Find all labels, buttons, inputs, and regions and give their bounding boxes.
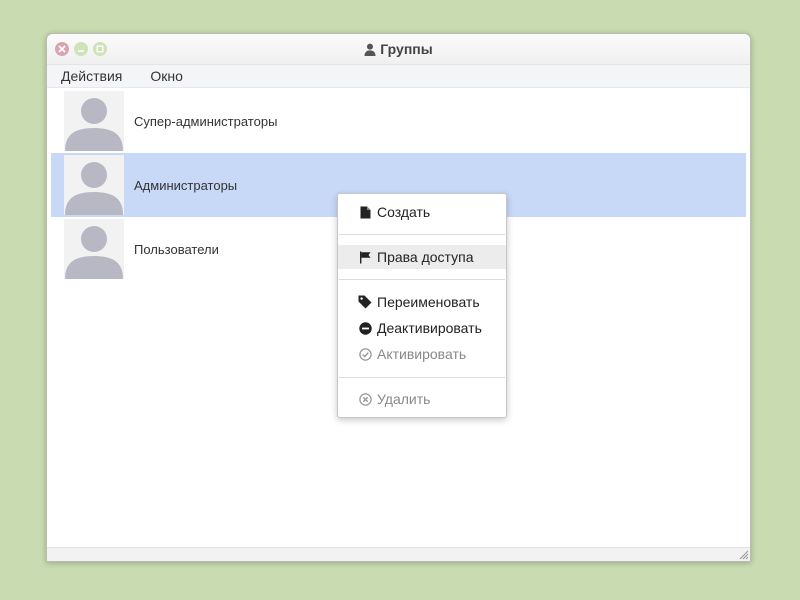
- resize-grip-icon[interactable]: [738, 549, 749, 560]
- menu-bar: Действия Окно: [47, 65, 750, 88]
- menu-separator: [339, 377, 505, 378]
- file-icon: [360, 206, 370, 218]
- menu-item-create[interactable]: Создать: [338, 200, 506, 224]
- list-item-label: Супер-администраторы: [134, 113, 278, 129]
- avatar: [64, 91, 124, 151]
- window-title-text: Группы: [380, 41, 433, 57]
- window-title: Группы: [47, 41, 750, 57]
- flag-icon: [359, 251, 370, 263]
- menu-item-label: Активировать: [377, 346, 467, 362]
- menu-item-label: Переименовать: [377, 294, 480, 310]
- avatar: [64, 155, 124, 215]
- menu-separator: [339, 234, 505, 235]
- menu-item-deactivate[interactable]: Деактивировать: [338, 316, 506, 340]
- menu-item-permissions[interactable]: Права доступа: [338, 245, 506, 269]
- menu-item-label: Права доступа: [377, 249, 474, 265]
- user-silhouette-icon: [65, 162, 123, 215]
- user-silhouette-icon: [65, 98, 123, 151]
- menu-item-activate[interactable]: Активировать: [338, 342, 506, 366]
- list-item[interactable]: Супер-администраторы: [51, 89, 746, 153]
- menu-actions[interactable]: Действия: [47, 65, 136, 88]
- list-item-label: Пользователи: [134, 241, 219, 257]
- avatar: [64, 219, 124, 279]
- status-bar: [47, 547, 750, 561]
- context-menu: Создать Права доступа Переименовать Деак…: [337, 193, 507, 418]
- menu-separator: [339, 279, 505, 280]
- title-bar[interactable]: Группы: [47, 34, 750, 65]
- check-circle-icon: [358, 347, 372, 361]
- tag-icon: [358, 295, 372, 309]
- menu-item-label: Удалить: [377, 391, 431, 407]
- menu-item-delete[interactable]: Удалить: [338, 387, 506, 411]
- menu-item-label: Деактивировать: [377, 320, 482, 336]
- user-icon: [364, 43, 376, 56]
- menu-window[interactable]: Окно: [136, 65, 197, 88]
- user-silhouette-icon: [65, 226, 123, 279]
- list-item-label: Администраторы: [134, 177, 238, 193]
- menu-item-label: Создать: [377, 204, 431, 220]
- minus-circle-icon: [358, 321, 372, 335]
- menu-item-rename[interactable]: Переименовать: [338, 290, 506, 314]
- x-circle-icon: [358, 392, 372, 406]
